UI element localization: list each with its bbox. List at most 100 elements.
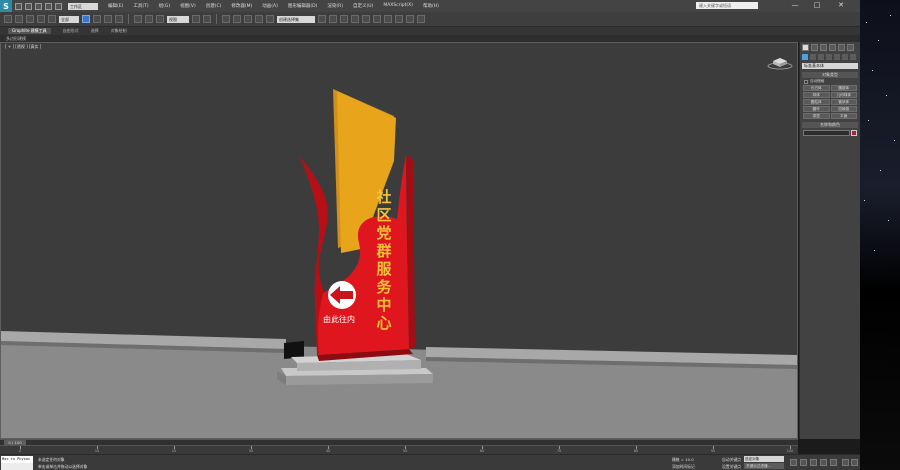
- app-logo[interactable]: S: [0, 0, 12, 12]
- object-name-input[interactable]: [803, 130, 850, 136]
- cone-button[interactable]: 圆锥体: [830, 85, 857, 91]
- perspective-viewport[interactable]: [ + ] [透视 ] [真实 ] 社 区 党 群 服 务 中 心 由此往内: [0, 42, 798, 439]
- named-selection-select[interactable]: 创建选择集: [277, 15, 315, 23]
- menu-tools[interactable]: 工具(T): [133, 3, 148, 9]
- play-icon[interactable]: [810, 459, 817, 466]
- plane-button[interactable]: 平面: [830, 113, 857, 119]
- viewport-label[interactable]: [ + ] [透视 ] [真实 ]: [5, 44, 41, 50]
- helpers-icon[interactable]: [834, 54, 840, 60]
- minimize-button[interactable]: —: [790, 1, 800, 10]
- window-crossing-icon[interactable]: [115, 15, 123, 23]
- box-button[interactable]: 长方体: [803, 85, 830, 91]
- snap-toggle-icon[interactable]: [222, 15, 230, 23]
- curve-editor-icon[interactable]: [362, 15, 370, 23]
- scale-icon[interactable]: [156, 15, 164, 23]
- menu-animation[interactable]: 动画(A): [262, 3, 278, 9]
- create-tab-icon[interactable]: [802, 44, 809, 51]
- move-icon[interactable]: [134, 15, 142, 23]
- menu-modifiers[interactable]: 修改器(M): [231, 3, 252, 9]
- menu-rendering[interactable]: 渲染(R): [327, 3, 343, 9]
- go-to-start-icon[interactable]: [790, 459, 797, 466]
- close-button[interactable]: ✕: [836, 1, 846, 10]
- polygon-modeling-label[interactable]: 多边形建模: [6, 36, 26, 41]
- shapes-icon[interactable]: [810, 54, 816, 60]
- motion-tab-icon[interactable]: [829, 44, 836, 51]
- menu-group[interactable]: 组(G): [159, 3, 171, 9]
- name-color-rollout[interactable]: 名称和颜色: [802, 122, 858, 128]
- mirror-icon[interactable]: [318, 15, 326, 23]
- tab-freeform[interactable]: 自由形式: [63, 28, 79, 34]
- geometry-icon[interactable]: [802, 54, 808, 60]
- rotate-icon[interactable]: [145, 15, 153, 23]
- viewcube-icon[interactable]: [767, 55, 793, 71]
- schematic-view-icon[interactable]: [373, 15, 381, 23]
- maxscript-output[interactable]: [1, 463, 33, 470]
- select-by-name-icon[interactable]: [93, 15, 101, 23]
- spinner-snap-icon[interactable]: [255, 15, 263, 23]
- selection-filter-select[interactable]: 全部: [59, 15, 79, 23]
- menu-edit[interactable]: 编辑(E): [108, 3, 123, 9]
- unlink-icon[interactable]: [37, 15, 45, 23]
- rendered-frame-window-icon[interactable]: [406, 15, 414, 23]
- next-frame-icon[interactable]: [820, 459, 827, 466]
- edit-named-selection-icon[interactable]: [266, 15, 274, 23]
- select-object-icon[interactable]: [82, 15, 90, 23]
- sphere-button[interactable]: 球体: [803, 92, 830, 98]
- menu-help[interactable]: 帮助(H): [423, 3, 439, 9]
- pyramid-button[interactable]: 四棱锥: [830, 106, 857, 112]
- tube-button[interactable]: 管状体: [830, 99, 857, 105]
- tab-selection[interactable]: 选择: [91, 28, 99, 34]
- tab-graphite-modeling[interactable]: Graphite 建模工具: [8, 28, 51, 34]
- undo-icon[interactable]: [45, 2, 52, 10]
- previous-frame-icon[interactable]: [800, 459, 807, 466]
- object-type-rollout[interactable]: 对象类型: [802, 72, 858, 78]
- align-icon[interactable]: [329, 15, 337, 23]
- select-manipulate-icon[interactable]: [203, 15, 211, 23]
- orbit-icon[interactable]: [851, 459, 858, 466]
- material-editor-icon[interactable]: [384, 15, 392, 23]
- geosphere-button[interactable]: 几何球体: [830, 92, 857, 98]
- add-time-tag-button[interactable]: 添加时间标记: [672, 464, 695, 470]
- lights-icon[interactable]: [818, 54, 824, 60]
- auto-key-button[interactable]: 自动关键点: [722, 457, 741, 463]
- hierarchy-tab-icon[interactable]: [820, 44, 827, 51]
- go-to-end-icon[interactable]: [830, 459, 837, 466]
- cameras-icon[interactable]: [826, 54, 832, 60]
- link-icon[interactable]: [26, 15, 34, 23]
- angle-snap-icon[interactable]: [233, 15, 241, 23]
- graphite-toggle-icon[interactable]: [351, 15, 359, 23]
- restore-button[interactable]: □: [812, 1, 822, 10]
- utilities-tab-icon[interactable]: [847, 44, 854, 51]
- set-key-button[interactable]: 设置关键点: [722, 464, 741, 470]
- undo-icon[interactable]: [4, 15, 12, 23]
- zoom-extents-icon[interactable]: [842, 459, 849, 466]
- reference-coord-select[interactable]: 视图: [167, 15, 189, 23]
- menu-views[interactable]: 视图(V): [180, 3, 196, 9]
- menu-maxscript[interactable]: MAXScript(X): [383, 3, 413, 9]
- modify-tab-icon[interactable]: [811, 44, 818, 51]
- auto-key-target-select[interactable]: 选定对象: [744, 456, 784, 462]
- redo-icon[interactable]: [15, 15, 23, 23]
- workspace-select[interactable]: 工作区: [68, 2, 98, 10]
- systems-icon[interactable]: [850, 54, 856, 60]
- render-production-icon[interactable]: [417, 15, 425, 23]
- torus-button[interactable]: 圆环: [803, 106, 830, 112]
- checkbox-icon[interactable]: [804, 79, 808, 84]
- rect-selection-icon[interactable]: [104, 15, 112, 23]
- save-file-icon[interactable]: [35, 2, 42, 10]
- display-tab-icon[interactable]: [838, 44, 845, 51]
- menu-create[interactable]: 创建(C): [206, 3, 222, 9]
- pivot-center-icon[interactable]: [192, 15, 200, 23]
- object-color-swatch[interactable]: [851, 130, 857, 136]
- menu-graph-editors[interactable]: 图形编辑器(D): [288, 3, 317, 9]
- space-warps-icon[interactable]: [842, 54, 848, 60]
- bind-space-warp-icon[interactable]: [48, 15, 56, 23]
- render-setup-icon[interactable]: [395, 15, 403, 23]
- auto-grid-checkbox[interactable]: 自动栅格: [804, 79, 856, 84]
- open-file-icon[interactable]: [25, 2, 32, 10]
- search-input[interactable]: 键入关键字或短语: [696, 2, 758, 9]
- cylinder-button[interactable]: 圆柱体: [803, 99, 830, 105]
- track-bar[interactable]: 0 10 20 30 40 50 60 70 80 90 100: [0, 445, 798, 454]
- redo-icon[interactable]: [55, 2, 62, 10]
- key-filters-button[interactable]: 关键点过滤器...: [744, 463, 784, 469]
